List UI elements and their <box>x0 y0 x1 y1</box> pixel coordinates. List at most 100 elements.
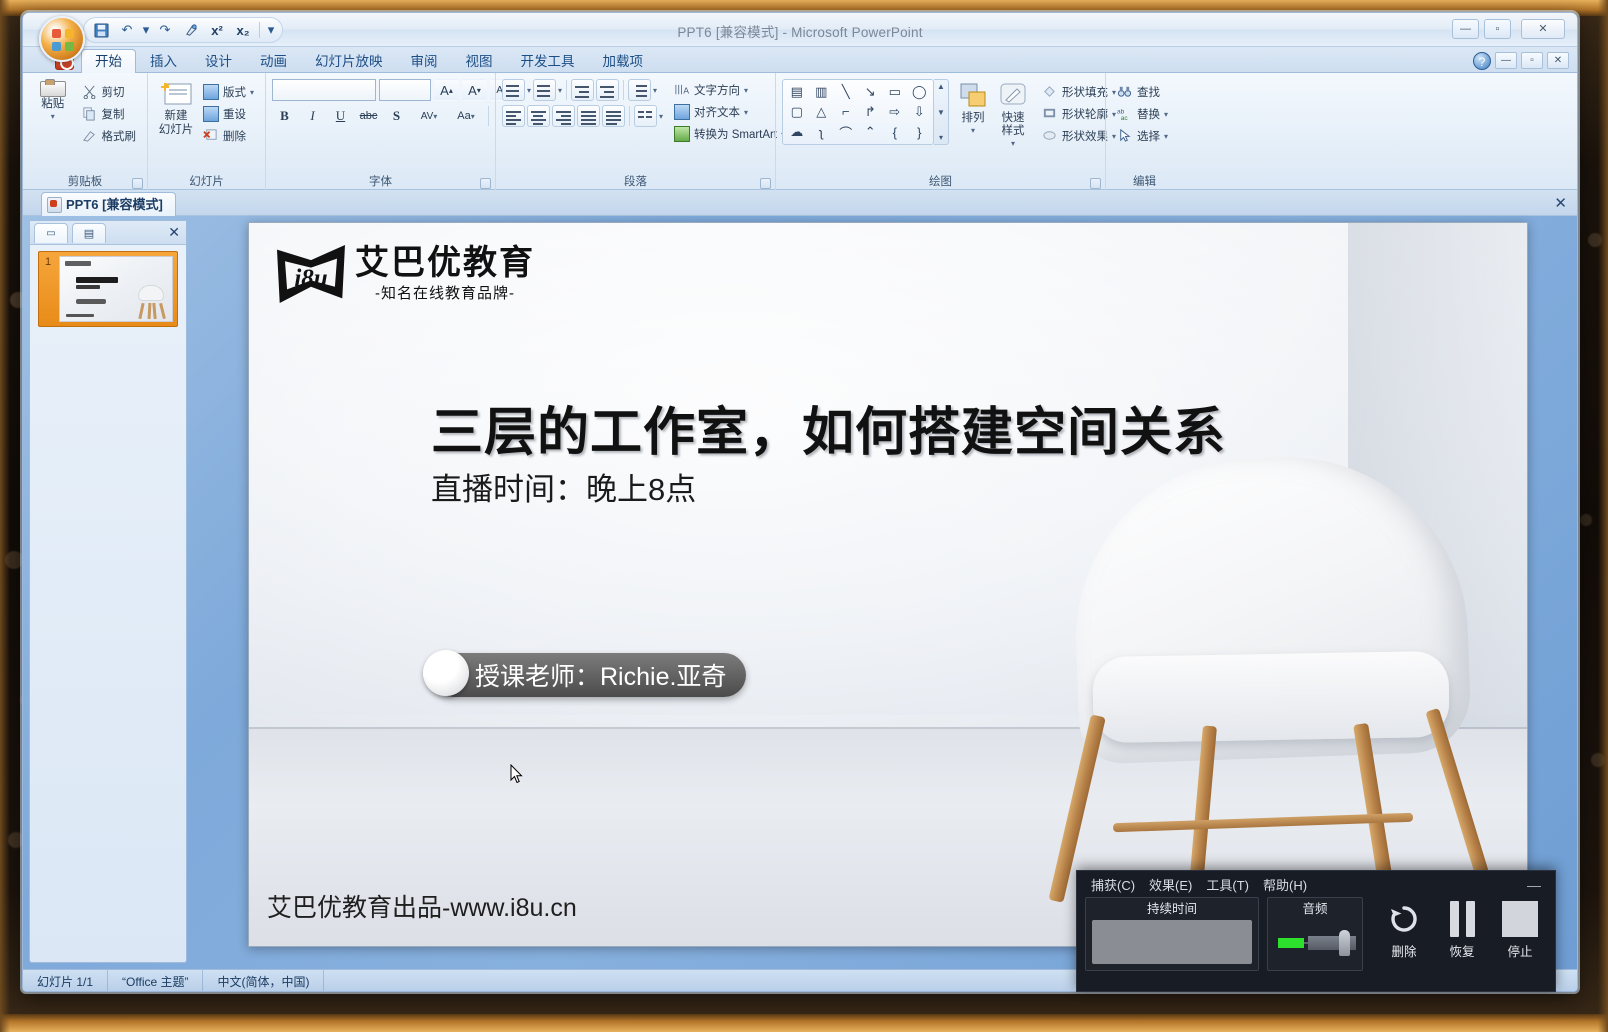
document-tab[interactable]: PPT6 [兼容模式] <box>41 192 176 216</box>
slide-subtitle[interactable]: 直播时间：晚上8点 <box>431 464 696 509</box>
slide-title[interactable]: 三层的工作室，如何搭建空间关系 <box>431 390 1226 465</box>
redo-icon[interactable]: ↷ <box>153 20 177 41</box>
status-language[interactable]: 中文(简体，中国) <box>203 969 325 991</box>
distribute-button[interactable] <box>602 105 625 127</box>
pane-close-icon[interactable]: ✕ <box>168 224 180 241</box>
paste-caret-icon[interactable]: ▾ <box>51 112 55 121</box>
shapes-scroll-down-icon[interactable]: ▼ <box>937 108 945 117</box>
underline-button[interactable]: U <box>328 105 353 127</box>
ribbon-tab-addins[interactable]: 加载项 <box>589 49 658 73</box>
ribbon-tab-animation[interactable]: 动画 <box>246 49 301 73</box>
slide-footer[interactable]: 艾巴优教育出品-www.i8u.cn <box>267 888 577 924</box>
ribbon-tab-design[interactable]: 设计 <box>191 49 246 73</box>
reset-button[interactable]: 重设 <box>198 104 259 124</box>
recorder-menu-tools[interactable]: 工具(T) <box>1206 875 1249 894</box>
text-direction-button[interactable]: A 文字方向 ▾ <box>669 80 790 100</box>
ribbon-tab-home[interactable]: 开始 <box>81 49 136 73</box>
font-size-combo[interactable] <box>379 79 431 101</box>
recorder-menu-help[interactable]: 帮助(H) <box>1263 875 1307 894</box>
ribbon-close-button[interactable]: ✕ <box>1547 52 1569 69</box>
bullets-caret-icon[interactable]: ▾ <box>527 86 531 95</box>
status-theme[interactable]: “Office 主题” <box>108 969 204 991</box>
shape-elbow-arrow-icon[interactable]: ↱ <box>859 102 883 121</box>
clipboard-dialog-launcher[interactable] <box>132 178 143 189</box>
numbering-button[interactable] <box>533 79 557 101</box>
qat-more-icon[interactable]: ▾ <box>264 20 278 41</box>
font-name-combo[interactable] <box>272 79 376 101</box>
decrease-indent-button[interactable] <box>571 79 595 101</box>
shape-rect-icon[interactable]: ▭ <box>883 82 907 101</box>
new-slide-button[interactable]: 新建 幻灯片 <box>154 79 198 137</box>
subscript-icon[interactable]: x₂ <box>231 20 255 41</box>
shape-round-rect-icon[interactable]: ▢ <box>785 102 809 121</box>
drawing-dialog-launcher[interactable] <box>1090 178 1101 189</box>
shapes-more-icon[interactable]: ▾ <box>939 133 943 142</box>
help-icon[interactable]: ? <box>1473 52 1491 70</box>
columns-caret-icon[interactable]: ▾ <box>659 112 663 121</box>
grow-font-button[interactable]: A ▴ <box>434 79 459 101</box>
superscript-icon[interactable]: x² <box>205 20 229 41</box>
delete-slide-button[interactable]: 删除 <box>198 126 259 146</box>
justify-button[interactable] <box>577 105 600 127</box>
convert-smartart-button[interactable]: 转换为 SmartArt ▾ <box>669 124 790 144</box>
shapes-scrollbar[interactable]: ▲ ▼ ▾ <box>934 79 949 145</box>
text-shadow-button[interactable]: S <box>384 105 409 127</box>
layout-caret-icon[interactable]: ▾ <box>250 88 254 97</box>
shape-line-icon[interactable]: ╲ <box>834 82 858 101</box>
ribbon-restore-button[interactable]: ▫ <box>1521 52 1543 69</box>
quick-styles-button[interactable]: 快速样式 ▾ <box>997 79 1029 148</box>
select-button[interactable]: 选择 ▾ <box>1112 126 1173 146</box>
status-slide-count[interactable]: 幻灯片 1/1 <box>23 969 109 991</box>
columns-button[interactable] <box>634 105 657 127</box>
shape-chart-icon[interactable]: ▥ <box>810 82 834 101</box>
slide-canvas[interactable]: i8u 艾巴优教育 -知名在线教育品牌- 三层的工作室，如何搭建空间关系 直播时… <box>248 222 1528 947</box>
shape-cloud-icon[interactable]: ☁ <box>785 123 809 142</box>
format-painter-button[interactable]: 格式刷 <box>77 126 142 146</box>
ribbon-tab-view[interactable]: 视图 <box>452 49 507 73</box>
save-icon[interactable] <box>89 20 113 41</box>
office-orb-button[interactable] <box>39 16 85 62</box>
slide-thumbnail-1[interactable]: 1 <box>38 251 178 327</box>
shrink-font-button[interactable]: A ▾ <box>462 79 487 101</box>
arrange-button[interactable]: 排列 ▾ <box>957 79 989 135</box>
shape-curve-icon[interactable]: ⌒ <box>834 123 858 142</box>
font-dialog-launcher[interactable] <box>480 178 491 189</box>
recorder-minimize-button[interactable]: — <box>1527 877 1541 893</box>
arrange-caret-icon[interactable]: ▾ <box>971 126 975 135</box>
numbering-caret-icon[interactable]: ▾ <box>558 86 562 95</box>
bold-button[interactable]: B <box>272 105 297 127</box>
shapes-gallery[interactable]: ▤ ▥ ╲ ↘ ▭ ◯ ▢ △ ⌐ ↱ ⇨ ⇩ ☁ ʅ ⌒ ⌃ {} <box>782 79 934 145</box>
align-center-button[interactable] <box>527 105 550 127</box>
shape-left-brace-icon[interactable]: { <box>883 123 907 142</box>
shapes-scroll-up-icon[interactable]: ▲ <box>937 82 945 91</box>
recorder-delete-button[interactable]: 删除 <box>1377 897 1431 962</box>
change-case-button[interactable]: Aa ▾ <box>449 105 483 127</box>
italic-button[interactable]: I <box>300 105 325 127</box>
undo-caret-icon[interactable]: ▾ <box>141 20 151 41</box>
line-spacing-button[interactable] <box>628 79 652 101</box>
layout-button[interactable]: 版式 ▾ <box>198 82 259 102</box>
pane-tab-slides[interactable]: ▭ <box>34 222 68 243</box>
replace-button[interactable]: ab ac 替换 ▾ <box>1112 104 1173 124</box>
ribbon-tab-insert[interactable]: 插入 <box>136 49 191 73</box>
shape-arrow-icon[interactable]: ↘ <box>859 82 883 101</box>
window-close-button[interactable]: ✕ <box>1521 19 1565 39</box>
bullets-button[interactable] <box>502 79 525 101</box>
shape-oval-icon[interactable]: ◯ <box>908 82 932 101</box>
document-tab-close-icon[interactable]: ✕ <box>1554 194 1567 212</box>
recorder-stop-button[interactable]: 停止 <box>1493 897 1547 962</box>
paragraph-dialog-launcher[interactable] <box>760 178 771 189</box>
character-spacing-button[interactable]: AV ▾ <box>412 105 446 127</box>
ribbon-tab-slideshow[interactable]: 幻灯片放映 <box>301 49 397 73</box>
shape-elbow-icon[interactable]: ⌐ <box>834 102 858 121</box>
undo-icon[interactable]: ↶ <box>115 20 139 41</box>
recorder-menu-capture[interactable]: 捕获(C) <box>1091 875 1135 894</box>
pane-tab-outline[interactable]: ▤ <box>72 222 106 243</box>
align-text-button[interactable]: 对齐文本 ▾ <box>669 102 790 122</box>
align-right-button[interactable] <box>552 105 575 127</box>
window-maximize-button[interactable]: ▫ <box>1484 19 1511 39</box>
teacher-badge[interactable]: 授课老师：Richie.亚奇 <box>423 650 747 697</box>
shape-right-arrow-icon[interactable]: ⇨ <box>883 102 907 121</box>
window-minimize-button[interactable]: — <box>1452 19 1479 39</box>
shape-down-arrow-icon[interactable]: ⇩ <box>908 102 932 121</box>
